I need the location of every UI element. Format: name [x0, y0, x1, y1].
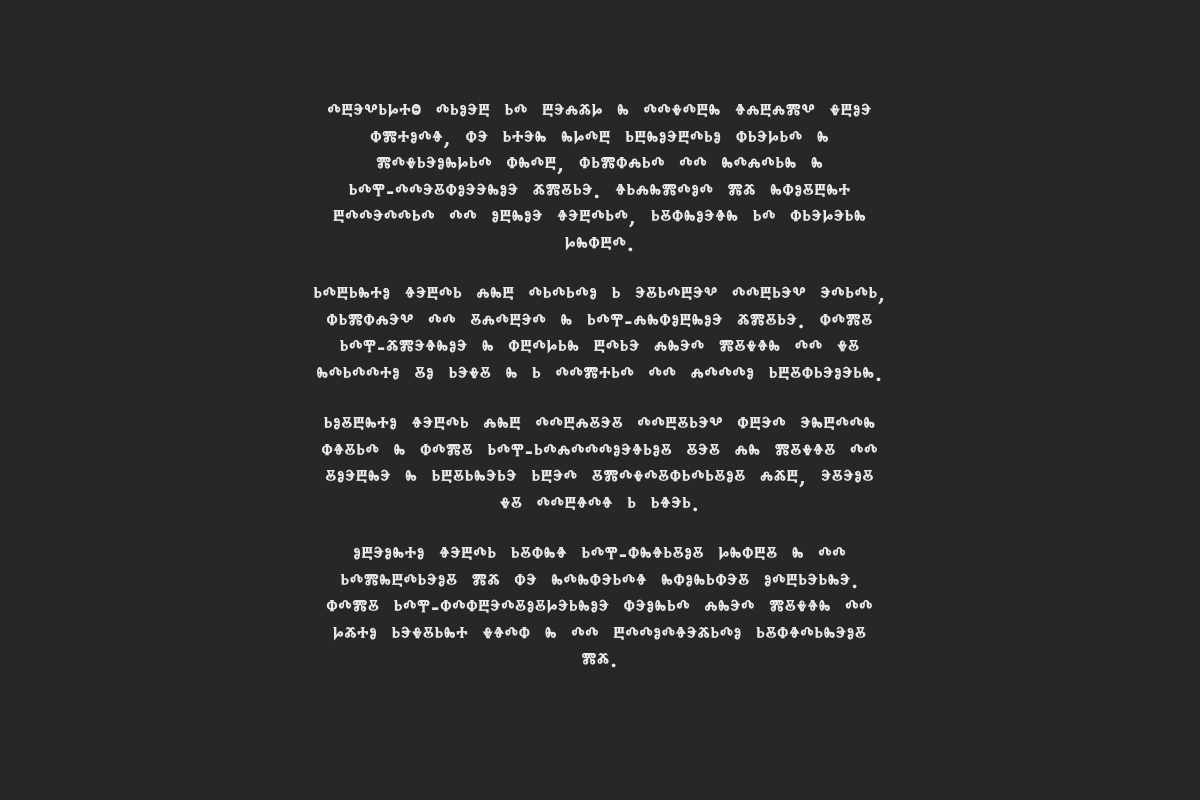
- text-specimen-page: ⰴⰱⰵⰲⱃⱈⰰⱉ ⰴⱃⱁⰵⰱ ⱃⰴ ⰱⰵⰾⰶⱈ ⰸ ⰴⰴⰷⰴⰱⰸ ⱖⰾⰱⰾⰿⰲ …: [0, 0, 1200, 800]
- glagolitic-text-block: ⰴⰱⰵⰲⱃⱈⰰⱉ ⰴⱃⱁⰵⰱ ⱃⰴ ⰱⰵⰾⰶⱈ ⰸ ⰴⰴⰷⰴⰱⰸ ⱖⰾⰱⰾⰿⰲ …: [120, 98, 1080, 674]
- paragraph-3: ⱃⱁⰻⰱⰸⰰⱁ ⱖⰵⰱⰴⱃ ⰾⰸⰱ ⰴⰴⰱⰾⰻⰵⰻ ⰴⰴⰱⰻⱃⰵⰲ ⱇⰱⰵⰴ ⰵ…: [321, 412, 879, 516]
- paragraph-4: ⱁⰱⰵⱁⰸⰰⱁ ⱖⰵⰱⰴⱃ ⱃⰻⱇⰸⱖ ⱃⰴⰹ-ⱇⰸⱖⱃⰻⱁⰻ ⱈⰸⱇⰱⰻ ⰸ …: [326, 542, 874, 672]
- paragraph-2: ⱃⰴⰱⱃⰸⰰⱁ ⱖⰵⰱⰴⱃ ⰾⰸⰱ ⰴⱃⰴⱃⰴⱁ ⱃ ⰵⰻⱃⰴⰱⰵⰲ ⰴⰴⰱⱃⰵ…: [313, 282, 887, 386]
- paragraph-1: ⰴⰱⰵⰲⱃⱈⰰⱉ ⰴⱃⱁⰵⰱ ⱃⰴ ⰱⰵⰾⰶⱈ ⰸ ⰴⰴⰷⰴⰱⰸ ⱖⰾⰱⰾⰿⰲ …: [327, 99, 873, 256]
